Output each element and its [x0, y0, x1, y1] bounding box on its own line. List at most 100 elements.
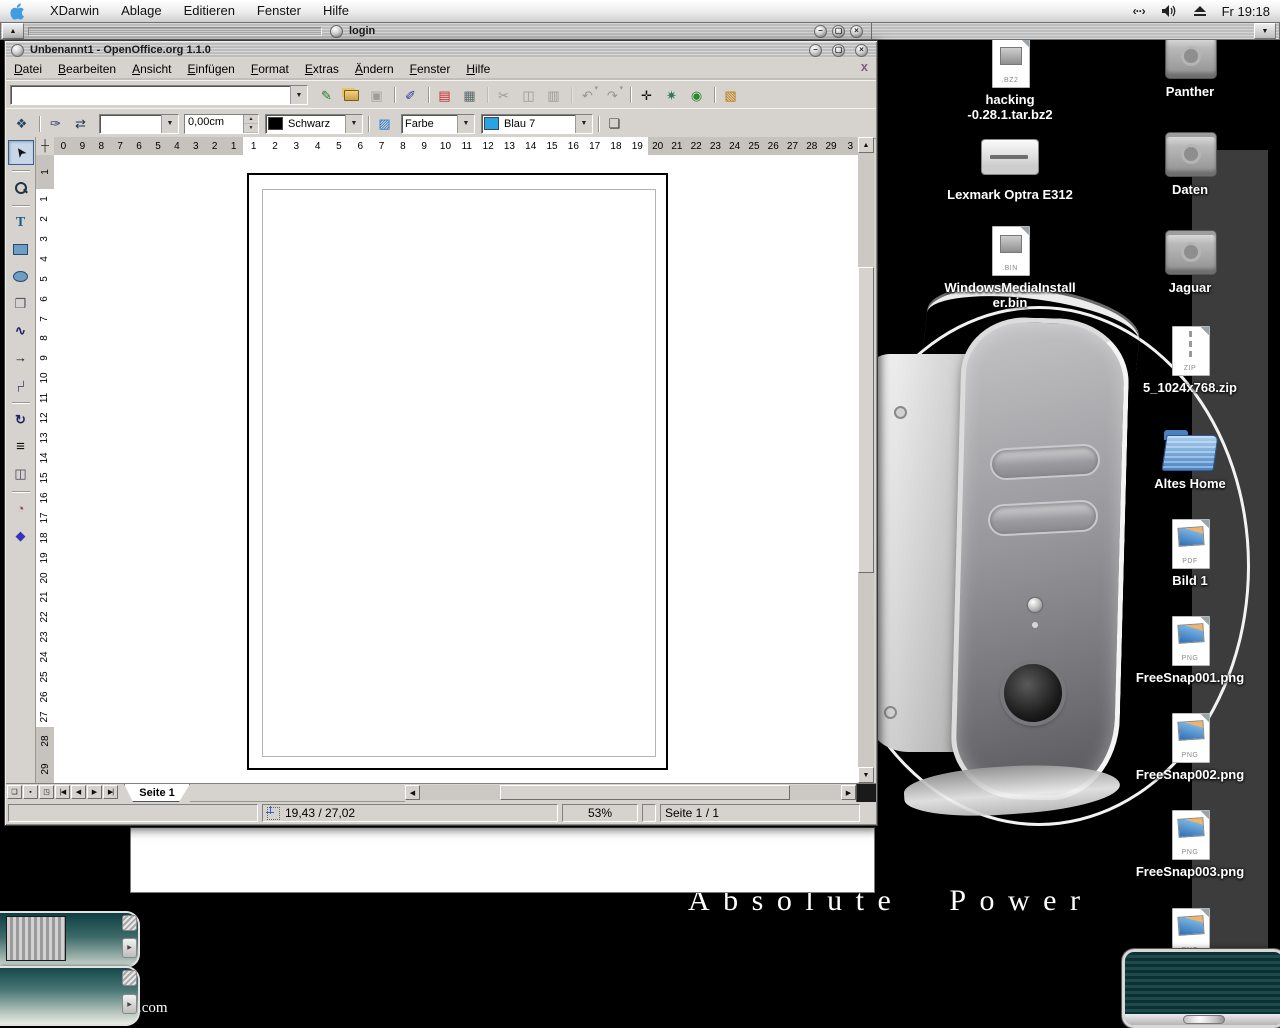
gallery-button[interactable] [719, 84, 742, 106]
close-button[interactable]: × [855, 44, 868, 57]
navigator-button[interactable] [635, 84, 658, 106]
ooo-titlebar[interactable]: Unbenannt1 - OpenOffice.org 1.1.0 – ▢ × [6, 42, 876, 59]
background-white-window[interactable] [130, 827, 875, 893]
line-width-value[interactable]: 0,00cm [185, 115, 243, 133]
document-close-button[interactable]: x [861, 60, 868, 73]
login-window-titlebar[interactable]: ▲ login – ▢ × [0, 22, 872, 40]
connector-tool-button[interactable] [8, 372, 34, 397]
scroll-up-button[interactable]: ▲ [858, 137, 874, 153]
spin-down-icon[interactable]: ▼ [244, 124, 258, 133]
desktop-icon-panther[interactable]: Panther [1110, 30, 1270, 100]
page-tab[interactable]: Seite 1 [124, 784, 190, 802]
dropdown-arrow-icon[interactable]: ▼ [575, 115, 592, 133]
paste-button[interactable] [542, 84, 565, 106]
menu-item[interactable]: Datei [6, 60, 50, 78]
fill-color-combobox[interactable]: Blau 7 ▼ [481, 114, 593, 134]
line-color-combobox[interactable]: Schwarz ▼ [265, 114, 363, 134]
windowshade-button[interactable]: ▼ [1254, 23, 1276, 39]
dropdown-arrow-icon[interactable]: ▼ [345, 115, 362, 133]
dropdown-arrow-icon[interactable]: ▼ [161, 115, 178, 133]
openoffice-window[interactable]: Unbenannt1 - OpenOffice.org 1.1.0 – ▢ × … [4, 40, 878, 826]
curve-tool-button[interactable] [8, 318, 34, 343]
insert-object-tool-button[interactable] [8, 496, 34, 521]
save-document-button[interactable] [365, 84, 388, 106]
drawer-handle-button[interactable]: ▶ [122, 938, 137, 958]
undo-button[interactable] [576, 84, 599, 106]
horizontal-scrollbar[interactable]: ◀ ▶ [405, 785, 856, 800]
minimize-button[interactable]: – [809, 44, 822, 57]
previous-page-button[interactable] [71, 785, 86, 799]
mac-menu-item[interactable]: Fenster [246, 0, 312, 22]
export-pdf-button[interactable] [433, 84, 456, 106]
controller-3d-tool-button[interactable] [8, 523, 34, 548]
eject-icon[interactable] [1194, 6, 1206, 17]
teal-drawer-window-top[interactable]: ▶ [0, 911, 140, 968]
desktop-icon-freesnap003[interactable]: PNG FreeSnap003.png [1110, 810, 1270, 880]
line-width-spinner[interactable]: 0,00cm ▲▼ [184, 114, 259, 134]
scroll-right-button[interactable]: ▶ [841, 785, 856, 800]
desktop-icon-freesnap002[interactable]: PNG FreeSnap002.png [1110, 713, 1270, 783]
network-status-icon[interactable]: ‹··› [1133, 4, 1145, 18]
volume-icon[interactable] [1161, 4, 1178, 18]
desktop-icon-hacking-archive[interactable]: .BZ2 hacking -0.28.1.tar.bz2 [930, 38, 1090, 123]
menu-item[interactable]: Einfügen [179, 60, 242, 78]
url-combobox[interactable]: ▼ [10, 85, 308, 105]
titlebar-bead[interactable] [330, 25, 343, 38]
master-page-mode-button[interactable] [23, 785, 38, 799]
mac-menu-item[interactable]: Editieren [173, 0, 246, 22]
last-page-button[interactable] [103, 785, 118, 799]
shadow-toggle-button[interactable] [603, 113, 626, 135]
rotate-tool-button[interactable] [8, 407, 34, 432]
layer-mode-button[interactable] [39, 785, 54, 799]
copy-button[interactable] [517, 84, 540, 106]
rectangle-tool-button[interactable] [8, 237, 34, 262]
menu-item[interactable]: Extras [297, 60, 347, 78]
desktop-icon-windowsmedia-installer[interactable]: .BIN WindowsMediaInstall er.bin [930, 226, 1090, 311]
drawer-grip[interactable] [122, 915, 137, 931]
desktop-icon-freesnap001[interactable]: PNG FreeSnap001.png [1110, 616, 1270, 686]
drawer-handle-button[interactable]: ▶ [122, 994, 137, 1014]
next-page-button[interactable] [87, 785, 102, 799]
arrange-tool-button[interactable] [8, 461, 34, 486]
spin-up-icon[interactable]: ▲ [244, 115, 258, 124]
desktop-icon-bild-1[interactable]: PDF Bild 1 [1110, 519, 1270, 589]
print-file-button[interactable] [458, 84, 481, 106]
scrollbar-track[interactable] [420, 785, 841, 800]
area-style-button[interactable] [373, 113, 396, 135]
teal-drawer-window-bottom[interactable]: ▶ [0, 966, 140, 1026]
cut-button[interactable] [492, 84, 515, 106]
mac-menu-item[interactable]: Ablage [110, 0, 172, 22]
open-document-button[interactable] [340, 84, 363, 106]
mac-menu-item[interactable]: Hilfe [312, 0, 360, 22]
document-page[interactable] [247, 173, 668, 770]
maximize-button[interactable]: ▢ [832, 25, 845, 38]
arrow-style-button[interactable] [69, 113, 92, 135]
objects-3d-tool-button[interactable] [8, 291, 34, 316]
menu-item[interactable]: Hilfe [458, 60, 498, 78]
scroll-down-button[interactable]: ▼ [858, 767, 874, 783]
window-resize-corner[interactable] [856, 784, 876, 802]
ellipse-tool-button[interactable] [8, 264, 34, 289]
dropdown-arrow-icon[interactable]: ▼ [290, 86, 307, 104]
horizontal-scrollbar[interactable] [1125, 1014, 1280, 1025]
windowshade-button[interactable]: ▲ [2, 23, 24, 39]
mac-menu-item[interactable]: XDarwin [39, 0, 110, 22]
minimize-button[interactable]: – [814, 25, 827, 38]
background-window-titlebar[interactable]: ▼ [872, 22, 1280, 40]
menu-item[interactable]: Fenster [402, 60, 459, 78]
titlebar-bead[interactable] [11, 44, 24, 57]
scrollbar-thumb[interactable] [500, 785, 790, 800]
desktop-icon-zip-archive[interactable]: ZIP 5_1024x768.zip [1110, 326, 1270, 396]
drawing-canvas[interactable] [54, 155, 860, 783]
hyperlink-button[interactable] [685, 84, 708, 106]
maximize-button[interactable]: ▢ [832, 44, 845, 57]
line-dialog-button[interactable] [44, 113, 67, 135]
scrollbar-thumb[interactable] [1183, 1015, 1225, 1024]
dropdown-arrow-icon[interactable]: ▼ [457, 115, 474, 133]
zoom-button[interactable] [660, 84, 683, 106]
drawer-grip[interactable] [122, 970, 137, 986]
apple-menu[interactable] [10, 3, 25, 20]
alignment-tool-button[interactable] [8, 434, 34, 459]
scrollbar-thumb[interactable] [858, 267, 874, 573]
desktop-icon-daten[interactable]: Daten [1110, 128, 1270, 198]
